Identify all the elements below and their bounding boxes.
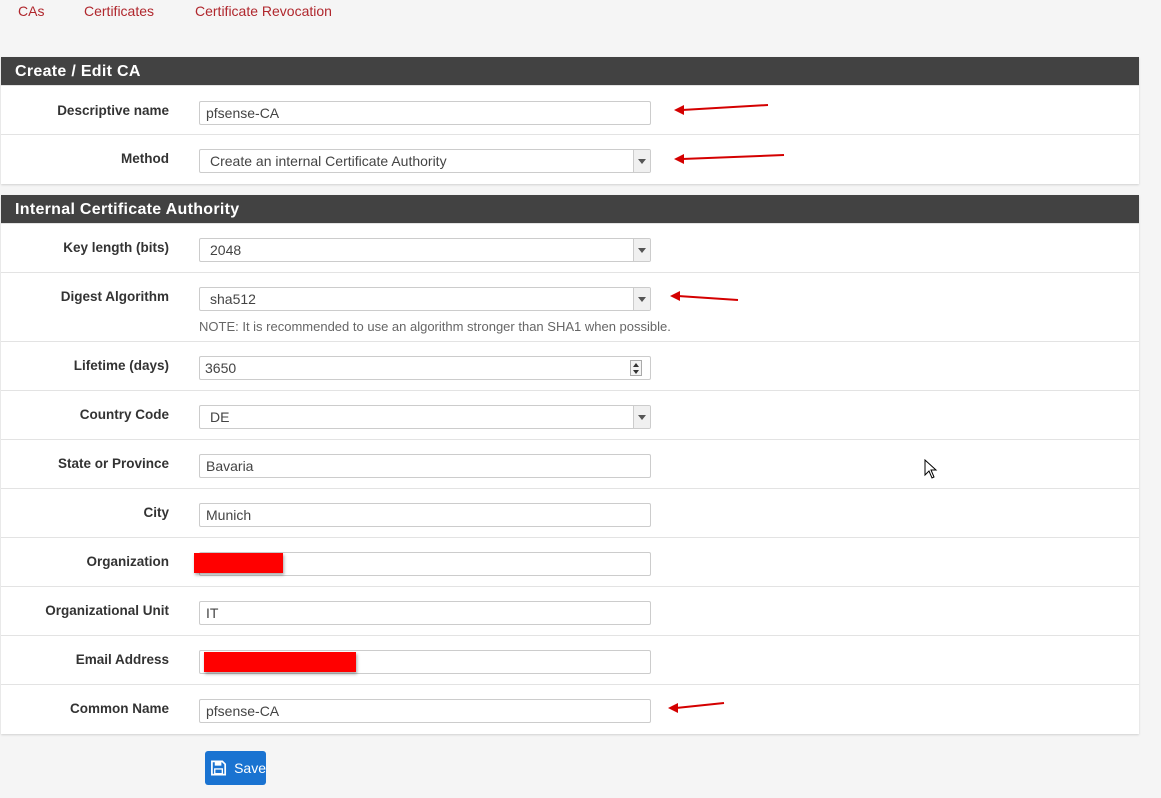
mouse-pointer-icon [924,459,938,479]
redaction-block [204,652,356,672]
common-name-label: Common Name [69,701,169,716]
internal-ca-panel: Internal Certificate Authority Key lengt… [1,195,1139,734]
chevron-down-icon[interactable] [633,150,650,172]
country-code-select[interactable]: DE [199,405,651,429]
common-name-input[interactable]: pfsense-CA [199,699,651,723]
key-length-value: 2048 [210,242,242,258]
annotation-arrow-icon [668,702,725,713]
row-descriptive-name: Descriptive name pfsense-CA [1,85,1139,134]
org-unit-input[interactable]: IT [199,601,651,625]
panel-title: Create / Edit CA [1,57,1139,85]
annotation-arrow-icon [670,291,739,301]
chevron-down-icon[interactable] [633,239,650,261]
city-label: City [143,505,169,520]
row-email: Email Address [1,635,1139,684]
panel-title: Internal Certificate Authority [1,195,1139,223]
descriptive-name-label: Descriptive name [57,103,169,118]
state-input[interactable]: Bavaria [199,454,651,478]
method-label: Method [121,151,169,166]
digest-note: NOTE: It is recommended to use an algori… [199,319,671,334]
lifetime-input[interactable]: 3650 [199,356,651,380]
spinner-icon[interactable] [630,360,642,376]
chevron-down-icon[interactable] [633,288,650,310]
annotation-arrow-icon [674,154,785,164]
organization-label: Organization [86,554,169,569]
tab-certificate-revocation[interactable]: Certificate Revocation [195,3,332,19]
city-input[interactable]: Munich [199,503,651,527]
digest-algorithm-label: Digest Algorithm [60,289,169,304]
save-button[interactable]: Save [205,751,266,785]
method-value: Create an internal Certificate Authority [210,153,447,169]
redaction-block [194,553,283,573]
row-lifetime: Lifetime (days) 3650 [1,341,1139,390]
row-method: Method Create an internal Certificate Au… [1,134,1139,183]
key-length-select[interactable]: 2048 [199,238,651,262]
tab-cas[interactable]: CAs [18,3,44,19]
lifetime-value: 3650 [205,360,237,376]
row-org-unit: Organizational Unit IT [1,586,1139,635]
org-unit-label: Organizational Unit [45,603,169,618]
country-code-value: DE [210,409,230,425]
digest-algorithm-value: sha512 [210,291,256,307]
tab-certificates[interactable]: Certificates [84,3,154,19]
method-select[interactable]: Create an internal Certificate Authority [199,149,651,173]
row-city: City Munich [1,488,1139,537]
save-label: Save [234,760,266,776]
annotation-arrow-icon [674,104,769,115]
descriptive-name-input[interactable]: pfsense-CA [199,101,651,125]
row-key-length: Key length (bits) 2048 [1,223,1139,272]
row-digest-algorithm: Digest Algorithm sha512 NOTE: It is reco… [1,272,1139,341]
floppy-disk-icon [211,760,227,776]
lifetime-label: Lifetime (days) [73,358,169,373]
row-country-code: Country Code DE [1,390,1139,439]
tab-bar: CAs Certificates Certificate Revocation [0,0,1161,36]
chevron-down-icon[interactable] [633,406,650,428]
digest-algorithm-select[interactable]: sha512 [199,287,651,311]
row-organization: Organization [1,537,1139,586]
email-label: Email Address [75,652,169,667]
country-code-label: Country Code [79,407,169,422]
key-length-label: Key length (bits) [63,240,169,255]
create-edit-ca-panel: Create / Edit CA Descriptive name pfsens… [1,57,1139,184]
state-label: State or Province [57,456,169,471]
row-common-name: Common Name pfsense-CA [1,684,1139,733]
row-state: State or Province Bavaria [1,439,1139,488]
